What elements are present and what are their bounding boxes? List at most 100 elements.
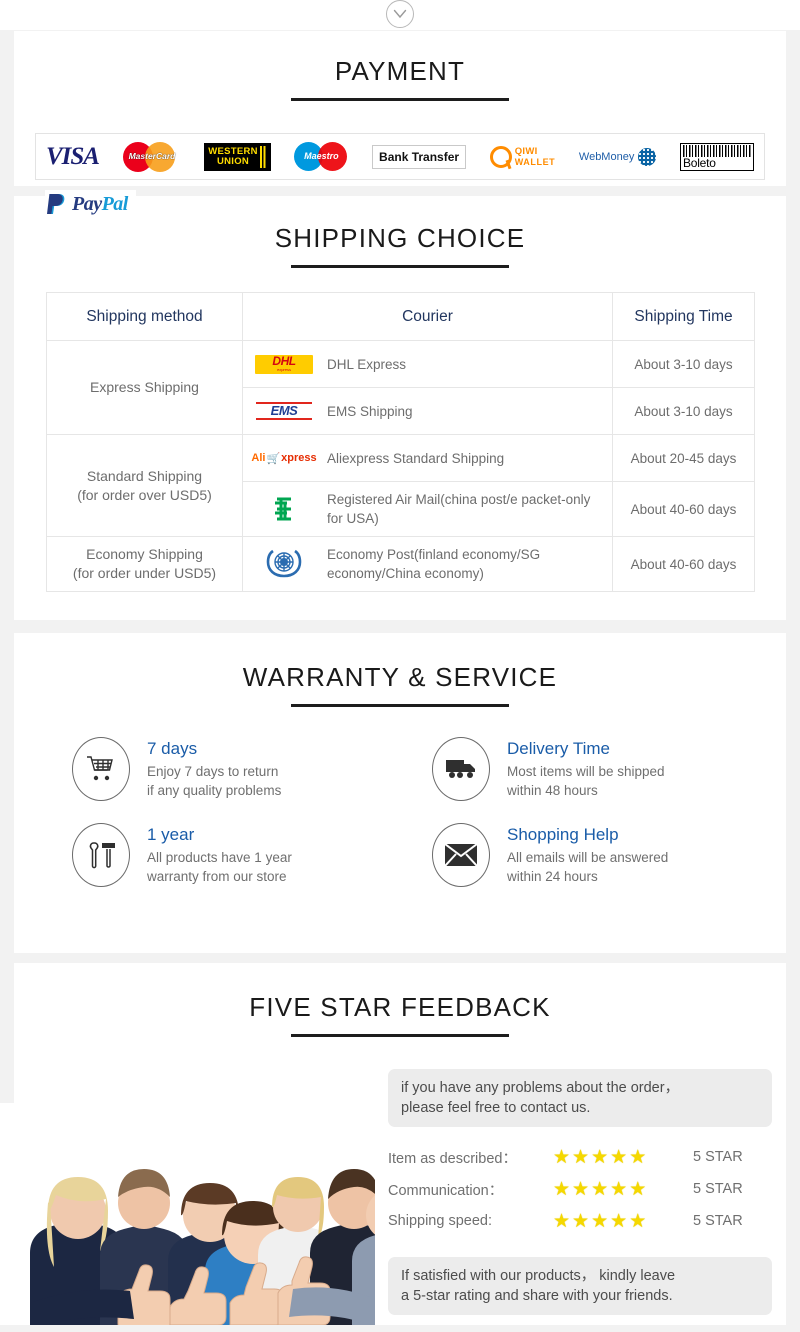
- cell-shipping-time: About 20-45 days: [612, 434, 755, 482]
- warranty-item-line2: if any quality problems: [147, 783, 282, 798]
- visa-logo: VISA: [46, 142, 100, 170]
- warranty-item-7-days: 7 days Enjoy 7 days to return if any qua…: [72, 737, 412, 801]
- cell-courier: Economy Post(finland economy/SG economy/…: [242, 536, 613, 592]
- un-logo: [253, 549, 315, 579]
- title-underline: [291, 98, 509, 101]
- cell-shipping-time: About 3-10 days: [612, 340, 755, 388]
- table-row: Standard Shipping (for order over USD5) A…: [46, 434, 755, 537]
- cell-shipping-method: Economy Shipping (for order under USD5): [46, 536, 243, 592]
- rating-list: Item as described： ★ ★ ★ ★ ★ 5 STAR Communic…: [388, 1141, 778, 1237]
- warranty-item-heading: Delivery Time: [507, 739, 610, 758]
- warranty-item-heading: Shopping Help: [507, 825, 619, 844]
- warranty-section: WARRANTY & SERVICE 7 days Enjoy 7 days t…: [14, 633, 786, 953]
- warranty-item-1-year: 1 year All products have 1 year warranty…: [72, 823, 412, 887]
- aliexpress-logo: Ali 🛒 xpress: [251, 452, 317, 465]
- warranty-item-delivery-time: Delivery Time Most items will be shipped…: [432, 737, 772, 801]
- webmoney-globe-icon: [638, 147, 657, 166]
- shopping-cart-icon: [72, 737, 130, 801]
- boleto-logo: Boleto: [679, 140, 754, 174]
- contact-bubble-line2: please feel free to contact us.: [401, 1100, 591, 1116]
- payment-section: PAYMENT VISA MasterCard WESTERN UNION Ma…: [14, 31, 786, 186]
- warranty-item-shopping-help: Shopping Help All emails will be answere…: [432, 823, 772, 887]
- warranty-items-grid: 7 days Enjoy 7 days to return if any qua…: [72, 737, 772, 887]
- table-row: Express Shipping DHL express DHL Express …: [46, 340, 755, 435]
- product-description-page: PAYMENT VISA MasterCard WESTERN UNION Ma…: [0, 0, 800, 1332]
- table-row: Economy Shipping(for order under USD5): [46, 536, 755, 592]
- rating-value: 5 STAR: [693, 1213, 743, 1229]
- title-underline: [291, 1034, 509, 1037]
- feedback-section-header: FIVE STAR FEEDBACK: [14, 994, 786, 1037]
- paypal-text-pay: Pay: [72, 193, 102, 215]
- title-underline: [291, 265, 509, 268]
- shipping-section: SHIPPING CHOICE Shipping method Courier …: [14, 196, 786, 620]
- delivery-truck-icon: [432, 737, 490, 801]
- payment-section-header: PAYMENT: [14, 58, 786, 101]
- warranty-item-line2: within 24 hours: [507, 869, 598, 884]
- cell-shipping-time: About 3-10 days: [612, 387, 755, 435]
- cell-courier: Ali 🛒 xpress Aliexpress Standard Shipping: [242, 434, 613, 482]
- star-rating-icon: ★ ★ ★ ★ ★: [553, 1178, 647, 1200]
- cell-courier: Registered Air Mail(china post/e packet-…: [242, 481, 613, 537]
- paypal-logo: PayPal: [45, 190, 136, 219]
- western-union-logo: WESTERN UNION: [204, 140, 271, 174]
- column-header-shipping-method: Shipping method: [46, 292, 243, 341]
- cell-shipping-time: About 40-60 days: [612, 536, 755, 592]
- warranty-item-line2: warranty from our store: [147, 869, 287, 884]
- feedback-title: FIVE STAR FEEDBACK: [249, 992, 551, 1022]
- barcode-icon: [682, 144, 751, 157]
- webmoney-logo: WebMoney: [579, 140, 657, 174]
- warranty-item-heading: 7 days: [147, 739, 198, 758]
- contact-bubble-line1: if you have any problems about the order…: [401, 1080, 680, 1096]
- bank-transfer-logo: Bank Transfer: [372, 140, 467, 174]
- contact-bubble: if you have any problems about the order…: [388, 1069, 772, 1127]
- star-rating-icon: ★ ★ ★ ★ ★: [553, 1210, 647, 1232]
- payment-title: PAYMENT: [334, 56, 466, 86]
- western-union-bars-icon: [259, 145, 267, 168]
- warranty-item-line1: All emails will be answered: [507, 850, 669, 865]
- warranty-title: WARRANTY & SERVICE: [242, 662, 558, 692]
- cell-shipping-method: Express Shipping: [46, 340, 243, 435]
- warranty-item-line1: All products have 1 year: [147, 850, 292, 865]
- qiwi-q-icon: [489, 145, 512, 168]
- rating-value: 5 STAR: [693, 1149, 743, 1165]
- column-header-shipping-time: Shipping Time: [612, 292, 755, 341]
- qiwi-wallet-logo: QIWI WALLET: [489, 140, 556, 174]
- cell-courier: EMS EMS Shipping: [242, 387, 613, 435]
- paypal-text-pal: Pal: [101, 193, 129, 215]
- rating-label: Item as described：: [388, 1150, 517, 1167]
- chevron-down-button[interactable]: [386, 0, 414, 28]
- payment-methods-strip: VISA MasterCard WESTERN UNION Maestro Ba…: [35, 133, 765, 180]
- table-header-row: Shipping method Courier Shipping Time: [46, 292, 755, 341]
- warranty-item-heading: 1 year: [147, 825, 195, 844]
- mastercard-logo: MasterCard: [122, 140, 181, 174]
- maestro-logo: Maestro: [294, 140, 348, 174]
- satisfaction-bubble: If satisfied with our products， kindly l…: [388, 1257, 772, 1315]
- rating-row-communication: Communication： ★ ★ ★ ★ ★ 5 STAR: [388, 1173, 778, 1205]
- shipping-title: SHIPPING CHOICE: [274, 223, 526, 253]
- cell-courier: DHL express DHL Express: [242, 340, 613, 388]
- tools-icon: [72, 823, 130, 887]
- rating-row-item-as-described: Item as described： ★ ★ ★ ★ ★ 5 STAR: [388, 1141, 778, 1173]
- warranty-item-line1: Most items will be shipped: [507, 764, 665, 779]
- feedback-section: FIVE STAR FEEDBACK if you have any probl…: [0, 963, 786, 1325]
- rating-label: Communication：: [388, 1182, 504, 1199]
- chevron-down-icon: [393, 9, 407, 19]
- shipping-section-header: SHIPPING CHOICE: [14, 225, 786, 268]
- china-post-logo: [253, 494, 315, 524]
- shipping-table: Shipping method Courier Shipping Time Ex…: [46, 292, 755, 592]
- rating-value: 5 STAR: [693, 1181, 743, 1197]
- envelope-icon: [432, 823, 490, 887]
- cell-shipping-time: About 40-60 days: [612, 481, 755, 537]
- dhl-logo: DHL express: [253, 349, 315, 379]
- star-rating-icon: ★ ★ ★ ★ ★: [553, 1146, 647, 1168]
- rating-row-shipping-speed: Shipping speed: ★ ★ ★ ★ ★ 5 STAR: [388, 1205, 778, 1237]
- ems-logo: EMS: [253, 396, 315, 426]
- rating-label: Shipping speed:: [388, 1213, 492, 1229]
- title-underline: [291, 704, 509, 707]
- satisfaction-bubble-line2: a 5-star rating and share with your frie…: [401, 1288, 673, 1304]
- team-photo: [0, 1103, 375, 1325]
- warranty-item-line2: within 48 hours: [507, 783, 598, 798]
- satisfaction-bubble-line1: If satisfied with our products， kindly l…: [401, 1268, 676, 1284]
- warranty-item-line1: Enjoy 7 days to return: [147, 764, 279, 779]
- cell-shipping-method: Standard Shipping (for order over USD5): [46, 434, 243, 537]
